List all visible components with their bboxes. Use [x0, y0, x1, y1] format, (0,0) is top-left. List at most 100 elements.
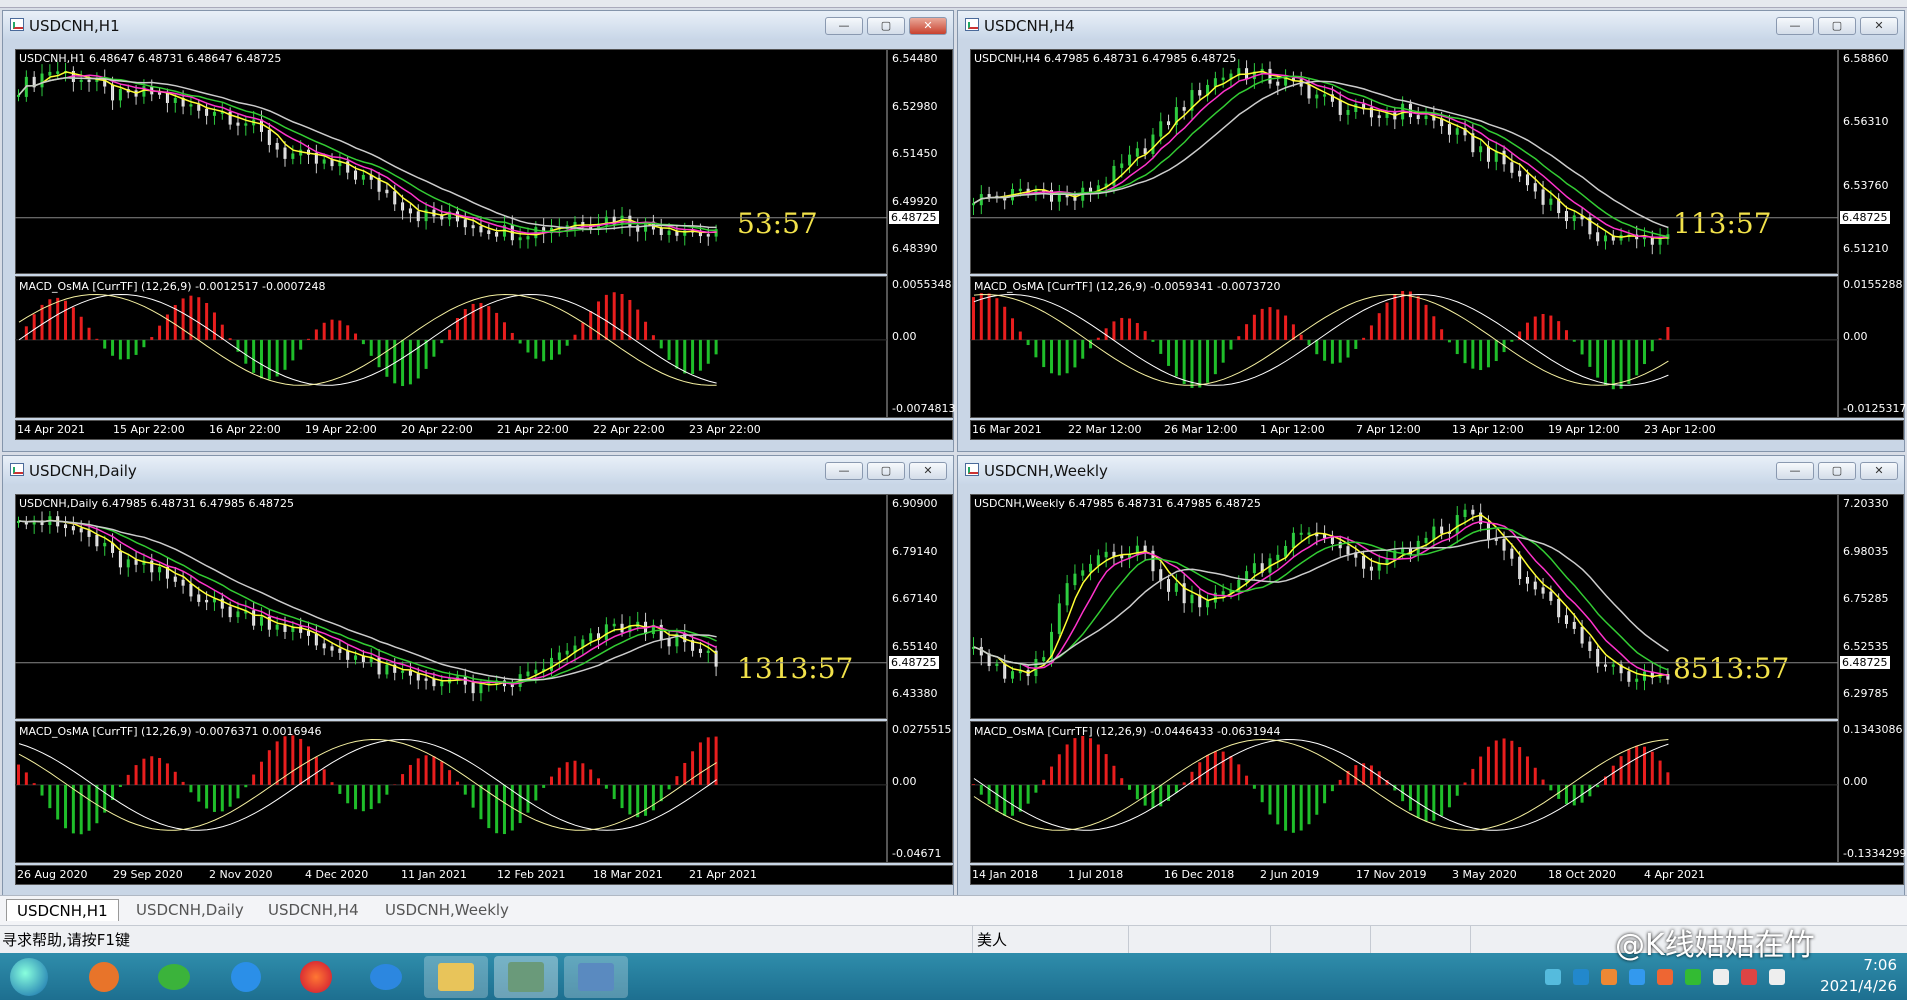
macd-histogram-bar: [1206, 339, 1210, 383]
macd-histogram-bar: [432, 756, 436, 785]
taskbar-app-firefox[interactable]: [284, 956, 348, 998]
macd-histogram-bar: [291, 735, 295, 785]
chart-window-0[interactable]: USDCNH,H1— ▢ ✕ USDCNH,H1 6.48647 6.48731 6.…: [2, 10, 955, 452]
macd-histogram-bar: [385, 339, 389, 377]
macd-histogram-bar: [636, 784, 640, 818]
tray-icon[interactable]: [1713, 969, 1729, 985]
chart-drawing: [15, 61, 887, 387]
macd-histogram-bar: [1182, 339, 1186, 385]
macd-histogram-bar: [1408, 291, 1412, 340]
macd-histogram-bar: [455, 781, 459, 785]
macd-histogram-bar: [510, 332, 514, 340]
tab-usdcnh-h4[interactable]: USDCNH,H4: [258, 899, 369, 921]
macd-histogram-bar: [691, 339, 695, 375]
chart-drawing: [15, 511, 887, 835]
macd-histogram-bar: [1050, 766, 1054, 785]
macd-histogram-bar: [330, 782, 334, 785]
macd-histogram-bar: [698, 339, 702, 371]
macd-histogram-bar: [995, 784, 999, 812]
macd-histogram-bar: [1533, 767, 1537, 785]
macd-histogram-bar: [228, 338, 232, 340]
macd-histogram-bar: [1377, 313, 1381, 340]
macd-histogram-bar: [1642, 339, 1646, 365]
tray-icon[interactable]: [1657, 969, 1673, 985]
macd-histogram-bar: [440, 761, 444, 785]
taskbar-app-generic[interactable]: [354, 956, 418, 998]
macd-histogram-bar: [589, 769, 593, 785]
macd-histogram-bar: [1486, 746, 1490, 785]
macd-histogram-bar: [1315, 784, 1319, 815]
macd-histogram-bar: [338, 784, 342, 794]
macd-histogram-bar: [534, 784, 538, 801]
moving-average-line: [973, 526, 1669, 671]
macd-histogram-bar: [987, 293, 991, 340]
macd-histogram-bar: [1245, 324, 1249, 340]
macd-histogram-bar: [1377, 771, 1381, 785]
macd-histogram-bar: [1362, 337, 1366, 340]
macd-histogram-bar: [1588, 784, 1592, 797]
macd-histogram-bar: [1533, 316, 1537, 340]
macd-histogram-bar: [1549, 784, 1553, 791]
tab-usdcnh-h1[interactable]: USDCNH,H1: [6, 899, 119, 921]
macd-histogram-bar: [581, 763, 585, 785]
macd-histogram-bar: [463, 784, 467, 795]
macd-histogram-bar: [1416, 784, 1420, 818]
tray-icon[interactable]: [1545, 969, 1561, 985]
clock-time[interactable]: 7:06: [1863, 956, 1897, 974]
macd-histogram-bar: [636, 309, 640, 340]
macd-histogram-bar: [448, 770, 452, 785]
taskbar-app-mt4[interactable]: [494, 956, 558, 998]
tray-icon[interactable]: [1769, 969, 1785, 985]
chart-window-2[interactable]: USDCNH,Daily — ▢ ✕ USDCNH,Daily 6.47985 6.48…: [2, 455, 954, 897]
macd-histogram-bar: [401, 339, 405, 387]
macd-histogram-bar: [1658, 760, 1662, 785]
macd-histogram-bar: [1611, 765, 1615, 785]
chart-window-1[interactable]: USDCNH,H4— ▢ ✕ USDCNH,H4 6.47985 6.48731 6.…: [957, 10, 1906, 452]
macd-histogram-bar: [71, 307, 75, 340]
macd-histogram-bar: [1603, 339, 1607, 386]
macd-histogram-bar: [495, 312, 499, 340]
macd-histogram-bar: [244, 339, 248, 364]
macd-histogram-bar: [1073, 339, 1077, 368]
macd-histogram-bar: [597, 778, 601, 785]
macd-histogram-bar: [267, 750, 271, 785]
macd-histogram-bar: [651, 784, 655, 811]
chart-window-3[interactable]: USDCNH,Weekly — ▢ ✕ USDCNH,Weekly 6.47985 6.…: [957, 455, 1906, 897]
macd-histogram-bar: [259, 761, 263, 785]
macd-histogram-bar: [150, 756, 154, 785]
macd-histogram-bar: [628, 299, 632, 340]
tray-icon[interactable]: [1629, 969, 1645, 985]
taskbar-app-explorer[interactable]: [424, 956, 488, 998]
clock-date[interactable]: 2021/4/26: [1820, 977, 1897, 995]
tray-icon[interactable]: [1601, 969, 1617, 985]
macd-histogram-bar: [1666, 327, 1670, 340]
macd-histogram-bar: [651, 335, 655, 340]
macd-histogram-bar: [95, 338, 99, 340]
macd-histogram-bar: [1229, 756, 1233, 785]
moving-average-line: [973, 535, 1669, 666]
taskbar-app-browser[interactable]: [72, 956, 136, 998]
macd-histogram-bar: [181, 781, 185, 785]
taskbar-app-wechat[interactable]: [142, 956, 206, 998]
macd-histogram-bar: [1182, 782, 1186, 785]
start-button[interactable]: [2, 956, 56, 998]
status-help: 寻求帮助,请按F1键: [2, 931, 130, 949]
macd-histogram-bar: [158, 757, 162, 785]
tab-usdcnh-weekly[interactable]: USDCNH,Weekly: [375, 899, 519, 921]
macd-histogram-bar: [1549, 315, 1553, 340]
macd-histogram-bar: [1237, 336, 1241, 340]
macd-histogram-bar: [1042, 339, 1046, 368]
macd-histogram-bar: [1057, 339, 1061, 376]
macd-histogram-bar: [1642, 746, 1646, 785]
tab-usdcnh-daily[interactable]: USDCNH,Daily: [126, 899, 254, 921]
macd-histogram-bar: [212, 784, 216, 812]
taskbar-app-picture[interactable]: [564, 956, 628, 998]
tray-icon[interactable]: [1741, 969, 1757, 985]
macd-histogram-bar: [87, 784, 91, 831]
tray-icon[interactable]: [1685, 969, 1701, 985]
macd-histogram-bar: [1112, 765, 1116, 785]
taskbar-app-edit[interactable]: [214, 956, 278, 998]
moving-average-line: [18, 77, 717, 231]
tray-icon[interactable]: [1573, 969, 1589, 985]
macd-histogram-bar: [1486, 339, 1490, 368]
